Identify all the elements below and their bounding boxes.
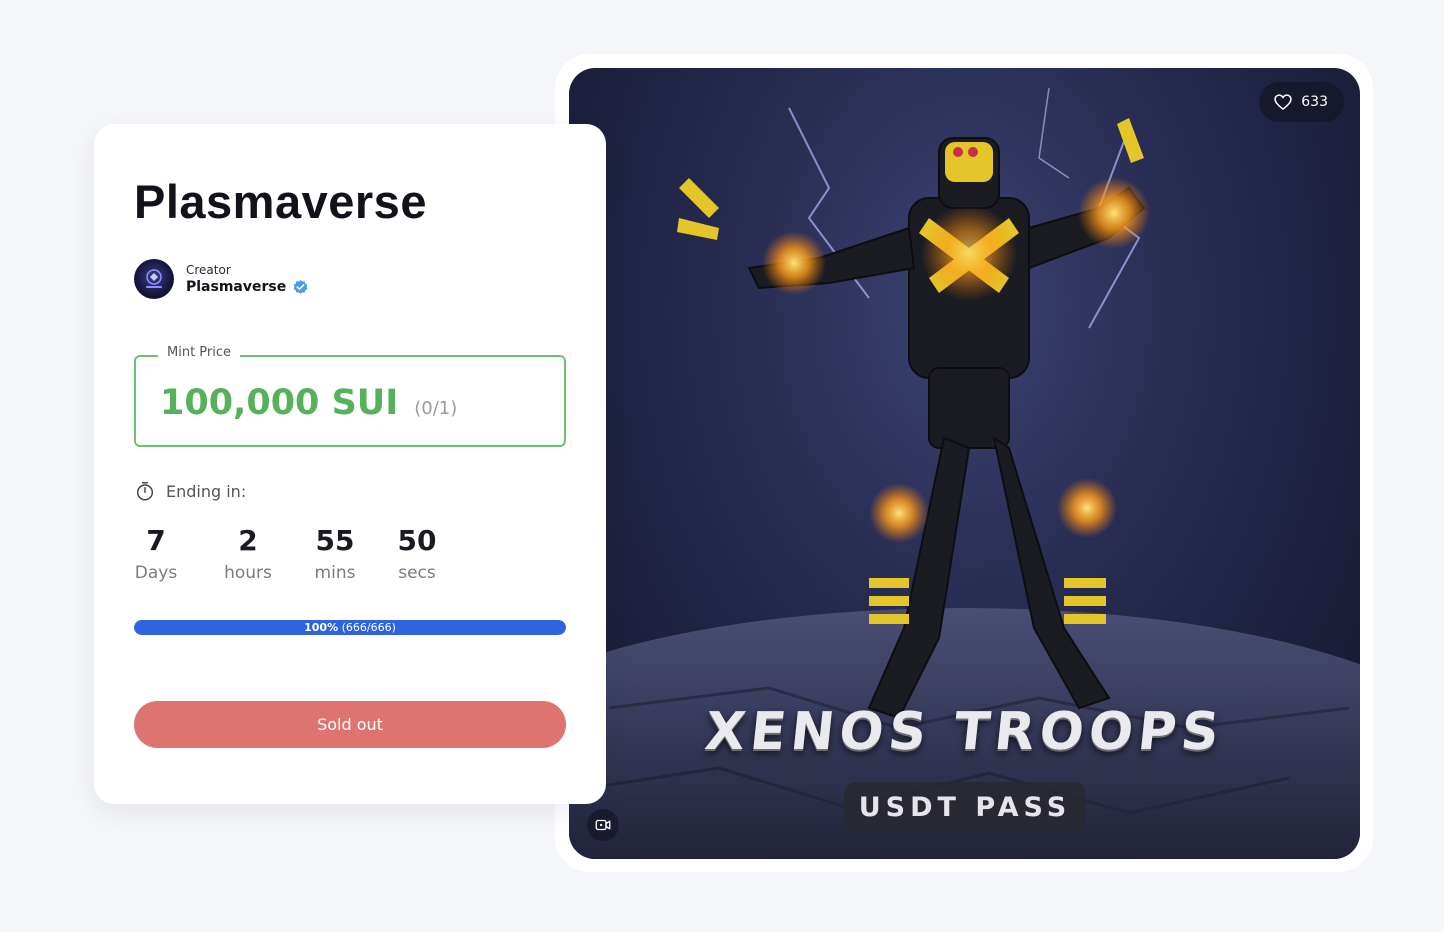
verified-icon xyxy=(293,279,308,294)
countdown-value: 55 xyxy=(315,524,355,557)
progress-percent: 100% xyxy=(304,621,339,634)
countdown-secs: 50 secs xyxy=(389,524,445,583)
artwork-title: XENOS TROOPS xyxy=(702,702,1227,762)
avatar-logo-icon xyxy=(146,269,162,288)
artwork-subtitle: USDT PASS xyxy=(844,782,1086,832)
countdown-value: 50 xyxy=(397,524,437,557)
ending-row: Ending in: xyxy=(134,480,246,502)
creator-label: Creator xyxy=(186,262,231,277)
creator-name-text: Plasmaverse xyxy=(186,279,287,295)
video-button[interactable] xyxy=(587,809,619,841)
mint-count: (0/1) xyxy=(414,398,458,419)
like-button[interactable]: 633 xyxy=(1259,82,1344,122)
creator-row[interactable]: Creator Plasmaverse xyxy=(134,259,309,299)
heart-icon xyxy=(1274,94,1292,111)
countdown-label: mins xyxy=(314,563,356,583)
progress-text: 100% (666/666) xyxy=(134,620,566,635)
mint-price-box: Mint Price 100,000 SUI (0/1) xyxy=(134,345,566,447)
countdown-hours: 2 hours xyxy=(216,524,280,583)
mint-price-value: 100,000 SUI xyxy=(160,383,399,423)
countdown-label: hours xyxy=(224,563,272,583)
ending-label: Ending in: xyxy=(166,481,247,501)
creator-name[interactable]: Plasmaverse xyxy=(186,279,309,296)
mint-progress-bar: 100% (666/666) xyxy=(134,620,566,635)
timer-icon xyxy=(136,482,154,501)
like-count: 633 xyxy=(1301,94,1328,110)
mint-card: Plasmaverse Creator Plasmaverse Mint Pri… xyxy=(94,124,606,804)
countdown-label: secs xyxy=(398,563,436,583)
collection-title: Plasmaverse xyxy=(134,175,427,228)
countdown-value: 7 xyxy=(146,524,166,557)
countdown-days: 7 Days xyxy=(134,524,178,583)
countdown-mins: 55 mins xyxy=(307,524,363,583)
countdown-label: Days xyxy=(134,563,178,583)
countdown: 7 Days 2 hours 55 mins 50 secs xyxy=(134,524,445,583)
progress-count: (666/666) xyxy=(341,621,396,634)
video-icon xyxy=(595,819,611,831)
artwork-image[interactable]: 633 XENOS TROOPS USDT PASS xyxy=(569,68,1360,859)
mint-price-label: Mint Price xyxy=(158,345,241,360)
avatar[interactable] xyxy=(134,259,174,299)
countdown-value: 2 xyxy=(238,524,258,557)
sold-out-button[interactable]: Sold out xyxy=(134,701,566,748)
